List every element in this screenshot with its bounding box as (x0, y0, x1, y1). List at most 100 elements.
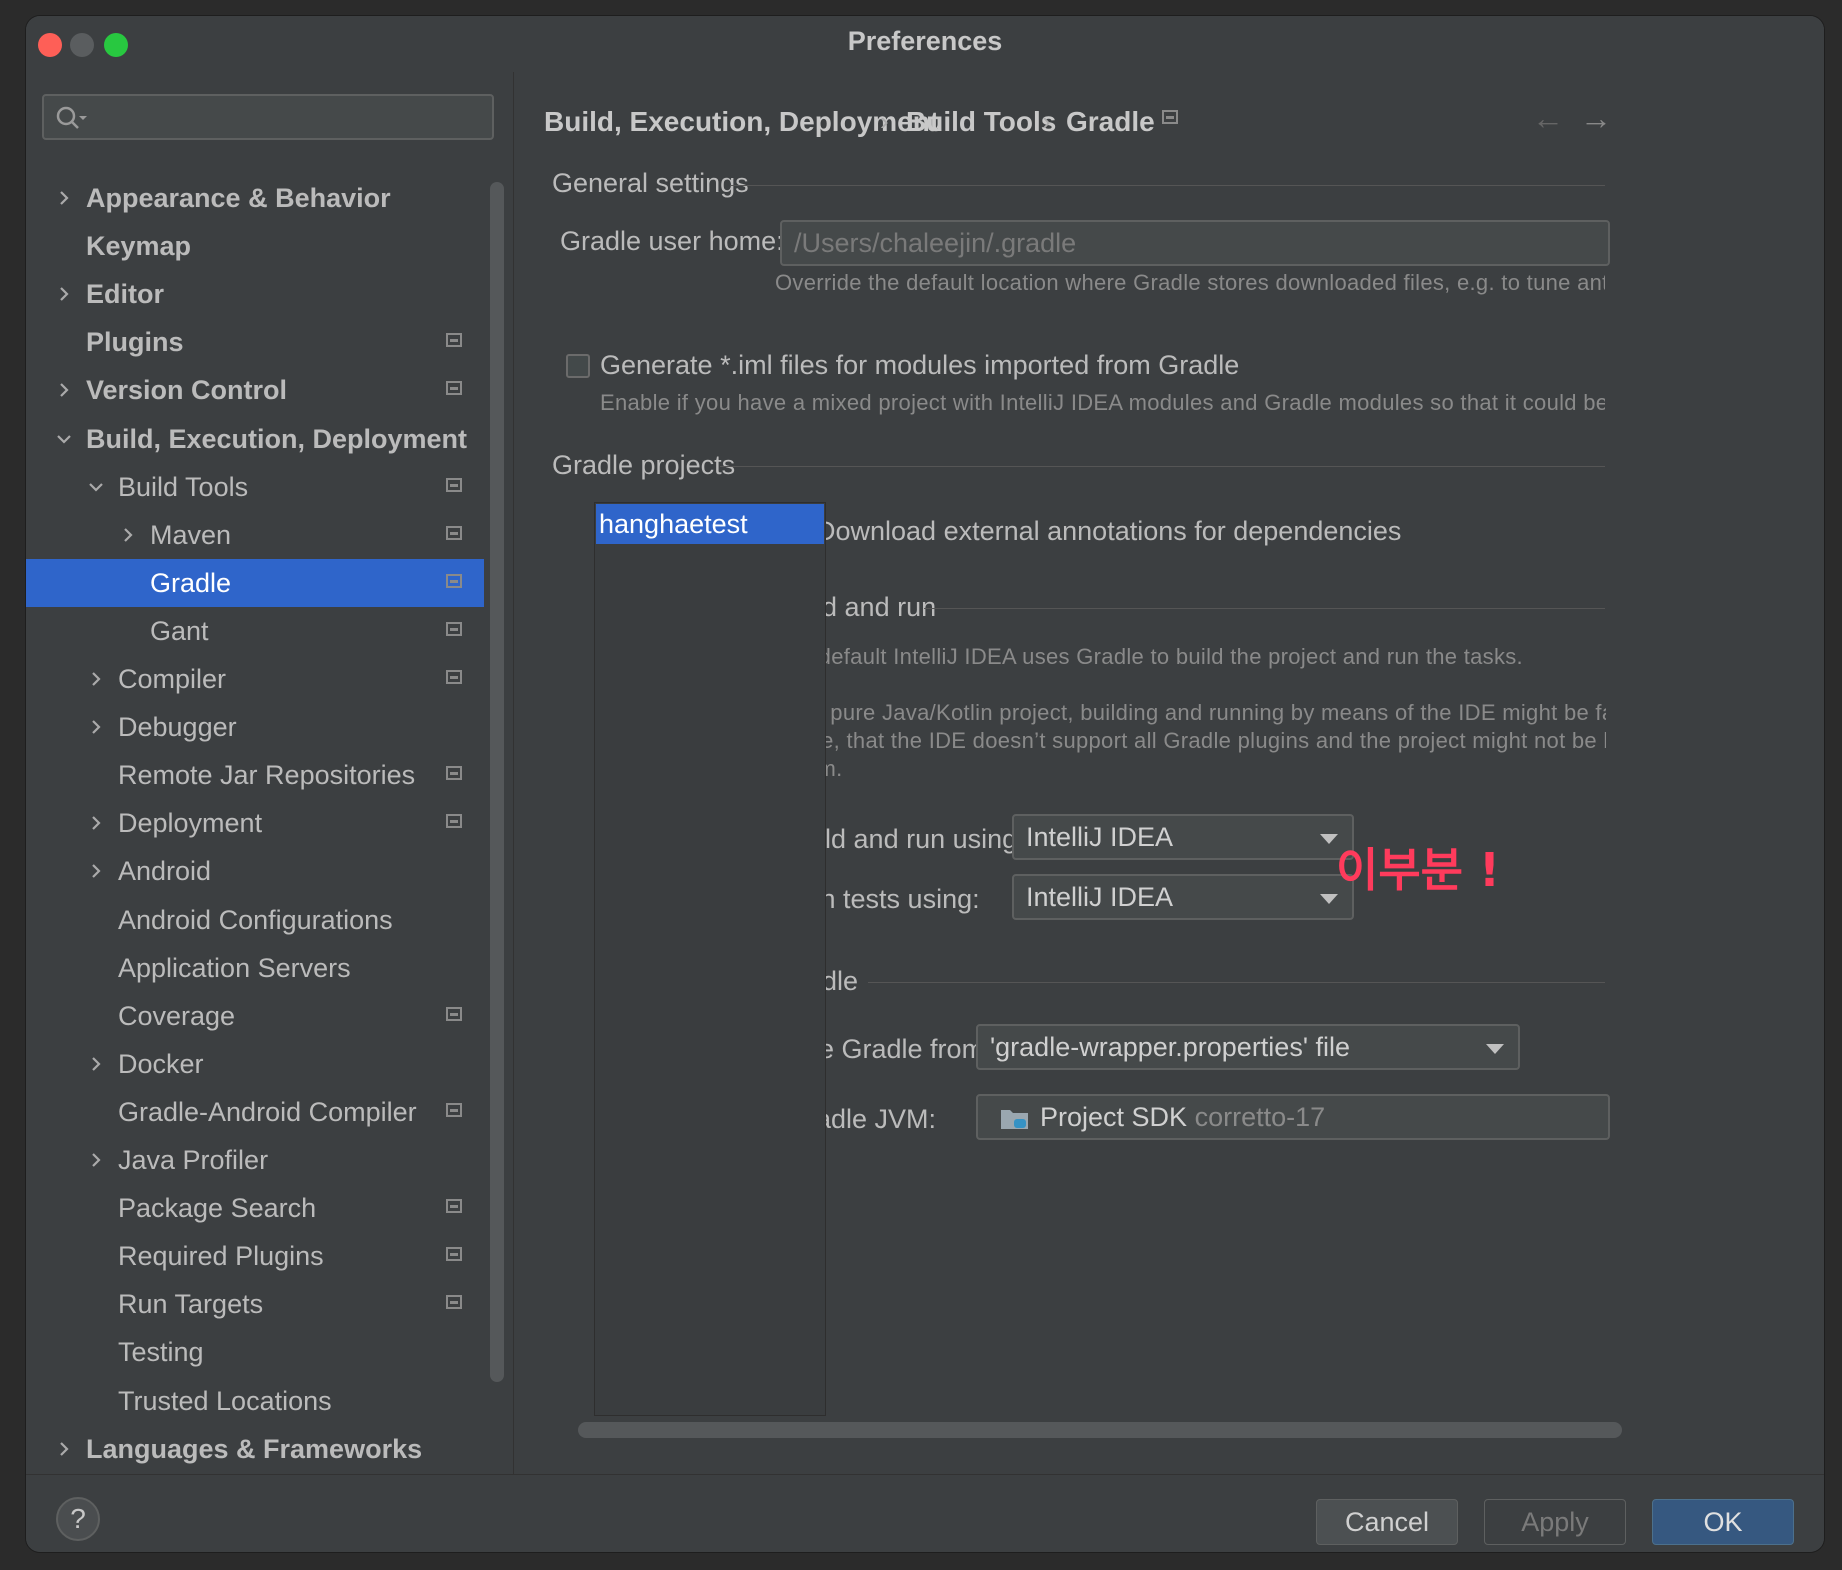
sidebar-item-gradle-android-compiler[interactable]: Gradle-Android Compiler (26, 1088, 484, 1136)
chevron-right-icon[interactable] (86, 655, 106, 703)
forward-arrow-icon[interactable]: → (1580, 100, 1612, 137)
sidebar-item-label: Run Targets (118, 1289, 264, 1320)
sidebar-item-languages-frameworks[interactable]: Languages & Frameworks (26, 1425, 484, 1473)
use-gradle-from-select[interactable]: 'gradle-wrapper.properties' file (976, 1024, 1520, 1070)
sidebar-item-coverage[interactable]: Coverage (26, 992, 484, 1040)
sidebar-item-keymap[interactable]: Keymap (26, 222, 484, 270)
gradle-jvm-detail: corretto-17 (1194, 1102, 1326, 1132)
sidebar-item-testing[interactable]: Testing (26, 1328, 484, 1376)
apply-button[interactable]: Apply (1484, 1499, 1626, 1545)
sidebar-item-label: Gradle-Android Compiler (118, 1096, 417, 1127)
project-level-icon (446, 766, 462, 781)
gradle-jvm-select[interactable]: Project SDK corretto-17 (976, 1094, 1610, 1140)
divider (924, 608, 1605, 609)
chevron-right-icon[interactable] (54, 270, 74, 318)
project-level-icon (446, 1295, 462, 1310)
general-settings-title: General settings (552, 168, 749, 198)
chevron-right-icon[interactable] (54, 366, 74, 414)
sidebar-item-label: Keymap (86, 231, 192, 262)
breadcrumb-item[interactable]: Build Tools (906, 106, 1056, 138)
chevron-right-icon[interactable] (86, 799, 106, 847)
project-level-icon (446, 573, 462, 588)
preferences-window: Preferences Appearance & Behavior Keymap E… (26, 16, 1824, 1552)
generate-iml-label[interactable]: Generate *.iml files for modules importe… (600, 350, 1239, 381)
project-level-icon (446, 333, 462, 348)
chevron-right-icon[interactable] (54, 1425, 74, 1473)
sidebar-item-compiler[interactable]: Compiler (26, 655, 484, 703)
gradle-jvm-value: Project SDK (1040, 1102, 1188, 1132)
run-tests-using-value: IntelliJ IDEA (1026, 882, 1174, 912)
title-bar: Preferences (26, 16, 1824, 72)
project-level-icon (446, 670, 462, 684)
chevron-right-icon[interactable] (86, 703, 106, 751)
dialog-footer: ? Cancel Apply OK (26, 1474, 1824, 1552)
gradle-user-home-input[interactable]: /Users/chaleejin/.gradle (780, 220, 1610, 266)
sidebar-item-version-control[interactable]: Version Control (26, 366, 484, 414)
sidebar-item-application-servers[interactable]: Application Servers (26, 944, 484, 992)
build-run-note-line: Note, that the IDE doesn’t support all G… (786, 728, 1606, 753)
sidebar-item-label: Plugins (86, 327, 184, 358)
sidebar-item-package-search[interactable]: Package Search (26, 1184, 484, 1232)
sidebar-item-docker[interactable]: Docker (26, 1040, 484, 1088)
chevron-right-icon[interactable] (86, 1040, 106, 1088)
sidebar-item-debugger[interactable]: Debugger (26, 703, 484, 751)
sidebar-item-build-execution-deployment[interactable]: Build, Execution, Deployment (26, 415, 484, 463)
chevron-right-icon[interactable] (86, 1136, 106, 1184)
sidebar-item-run-targets[interactable]: Run Targets (26, 1280, 484, 1328)
project-level-icon (446, 1102, 462, 1117)
sidebar-item-maven[interactable]: Maven (26, 511, 484, 559)
sidebar-item-label: Application Servers (118, 952, 351, 983)
cancel-button[interactable]: Cancel (1316, 1499, 1458, 1545)
sidebar-item-trusted-locations[interactable]: Trusted Locations (26, 1377, 484, 1425)
build-run-using-select[interactable]: IntelliJ IDEA (1012, 814, 1354, 860)
build-run-using-value: IntelliJ IDEA (1026, 822, 1174, 852)
sidebar-item-gant[interactable]: Gant (26, 607, 484, 655)
divider (730, 185, 1605, 186)
dropdown-arrow-icon (1486, 1044, 1504, 1054)
project-level-icon (446, 1199, 462, 1214)
gradle-project-item[interactable]: hanghaetest (596, 504, 824, 544)
sidebar-item-editor[interactable]: Editor (26, 270, 484, 318)
sidebar-item-label: Android (118, 856, 212, 887)
sidebar-item-label: Android Configurations (118, 904, 393, 935)
sidebar-item-remote-jar-repositories[interactable]: Remote Jar Repositories (26, 751, 484, 799)
download-annotations-label[interactable]: Download external annotations for depend… (816, 516, 1401, 547)
build-run-note-line: them. (786, 756, 1606, 782)
gradle-user-home-hint: Override the default location where Grad… (775, 270, 1605, 295)
project-level-icon (446, 477, 462, 492)
gradle-projects-list[interactable]: hanghaetest (594, 502, 826, 1416)
chevron-right-icon[interactable] (54, 174, 74, 222)
project-level-icon (1162, 110, 1178, 124)
back-arrow-icon[interactable]: ← (1532, 100, 1564, 137)
sidebar-item-android[interactable]: Android (26, 847, 484, 895)
chevron-right-icon[interactable] (118, 511, 138, 559)
sidebar-item-android-configurations[interactable]: Android Configurations (26, 896, 484, 944)
run-tests-using-select[interactable]: IntelliJ IDEA (1012, 874, 1354, 920)
sidebar-item-plugins[interactable]: Plugins (26, 318, 484, 366)
chevron-right-icon[interactable] (86, 847, 106, 895)
sidebar-item-label: Deployment (118, 808, 263, 839)
generate-iml-checkbox[interactable] (566, 354, 590, 378)
breadcrumb-separator-icon: › (880, 106, 889, 136)
settings-search-input[interactable] (42, 94, 494, 140)
help-button[interactable]: ? (56, 1497, 100, 1541)
sidebar-item-deployment[interactable]: Deployment (26, 799, 484, 847)
project-level-icon (446, 525, 462, 540)
sidebar-item-build-tools[interactable]: Build Tools (26, 463, 484, 511)
generate-iml-hint: Enable if you have a mixed project with … (600, 390, 1605, 415)
sidebar-scrollbar[interactable] (490, 182, 504, 1382)
project-level-icon (446, 1006, 462, 1021)
settings-sidebar: Appearance & Behavior Keymap Editor Plugins… (26, 72, 512, 1474)
sidebar-item-required-plugins[interactable]: Required Plugins (26, 1232, 484, 1280)
chevron-down-icon[interactable] (54, 415, 74, 463)
sidebar-item-appearance-behavior[interactable]: Appearance & Behavior (26, 174, 484, 222)
sidebar-item-gradle[interactable]: Gradle (26, 558, 484, 607)
sidebar-item-java-profiler[interactable]: Java Profiler (26, 1136, 484, 1184)
gradle-projects-title: Gradle projects (552, 450, 736, 480)
project-level-icon (446, 814, 462, 829)
sidebar-item-label: Package Search (118, 1193, 317, 1224)
chevron-down-icon[interactable] (86, 463, 106, 511)
horizontal-scrollbar[interactable] (578, 1422, 1622, 1438)
ok-button[interactable]: OK (1652, 1499, 1794, 1545)
sidebar-item-label: Maven (150, 519, 232, 550)
